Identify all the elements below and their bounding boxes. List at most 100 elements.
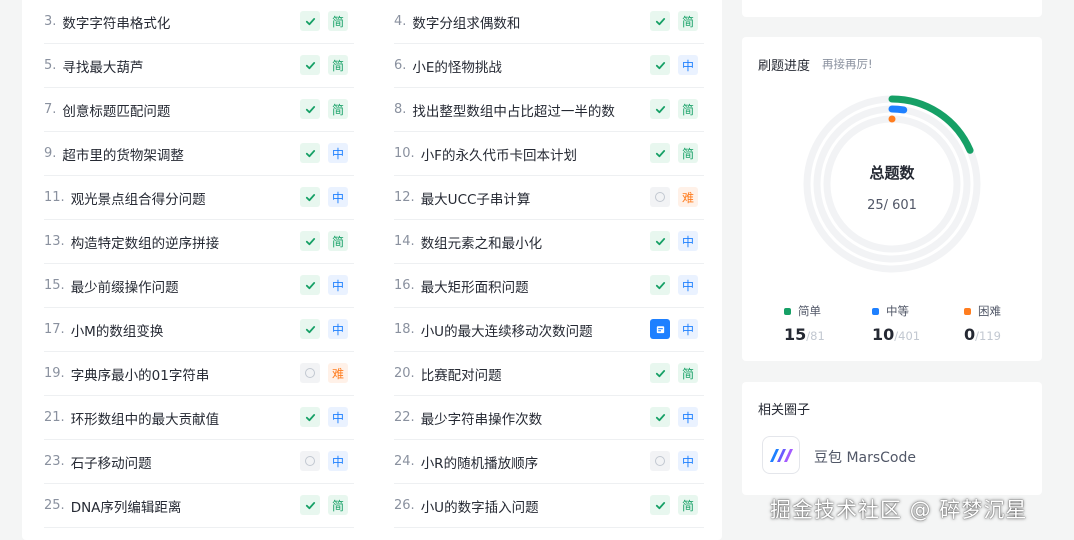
problem-title[interactable]: 小U的数字插入问题 [421,496,539,516]
difficulty-badge: 中 [328,407,348,427]
problem-number: 20. [394,366,415,381]
problem-title[interactable]: 环形数组中的最大贡献值 [71,408,220,428]
stat-label: 困难 [964,303,1054,319]
problem-item[interactable]: 14. 数组元素之和最小化 中 [394,220,704,264]
problem-item[interactable]: 8. 找出整型数组中占比超过一半的数 简 [394,88,704,132]
problem-title[interactable]: 小F的永久代币卡回本计划 [421,144,577,164]
problem-number: 3. [44,14,57,29]
problem-number: 9. [44,146,57,161]
problem-title[interactable]: 字典序最小的01字符串 [71,364,210,384]
problem-number: 6. [394,58,407,73]
not-started-icon [650,451,670,471]
problem-item[interactable]: 9. 超市里的货物架调整 中 [44,132,354,176]
related-circle-card: 相关圈子 豆包 MarsCode [742,382,1042,495]
problem-title[interactable]: 数字分组求偶数和 [412,12,520,32]
problem-item[interactable]: 18. 小U的最大连续移动次数问题 中 [394,308,704,352]
problem-item[interactable]: 17. 小M的数组变换 中 [44,308,354,352]
problem-item[interactable]: 11. 观光景点组合得分问题 中 [44,176,354,220]
problem-number: 12. [394,190,415,205]
problem-number: 7. [44,102,57,117]
stat-medium: 中等 10/401 [872,303,962,344]
problem-item[interactable]: 6. 小E的怪物挑战 中 [394,44,704,88]
difficulty-badge: 简 [678,143,698,163]
problem-title[interactable]: 小M的数组变换 [71,320,164,340]
problem-item[interactable]: 26. 小U的数字插入问题 简 [394,484,704,528]
check-icon [650,363,670,383]
stat-value: 0/119 [964,325,1054,344]
problem-title[interactable]: 创意标题匹配问题 [62,100,170,120]
progress-ring [803,95,981,273]
ring-track-hard [823,115,961,253]
problem-title[interactable]: 最少字符串操作次数 [421,408,543,428]
problem-item[interactable]: 15. 最少前缀操作问题 中 [44,264,354,308]
problem-item[interactable]: 20. 比赛配对问题 简 [394,352,704,396]
check-icon [650,11,670,31]
check-icon [300,319,320,339]
problem-number: 24. [394,454,415,469]
difficulty-badge: 简 [678,11,698,31]
ring-track-medium [813,105,971,263]
difficulty-badge: 中 [678,319,698,339]
problem-item[interactable]: 12. 最大UCC子串计算 难 [394,176,704,220]
problem-number: 21. [44,410,65,425]
problem-list: 3. 数字字符串格式化简 4. 数字分组求偶数和简 5. 寻找最大葫芦简 6. 小E的怪物挑战… [22,0,722,540]
problem-item[interactable]: 4. 数字分组求偶数和 简 [394,0,704,44]
problem-number: 5. [44,58,57,73]
problem-number: 10. [394,146,415,161]
problem-number: 17. [44,322,65,337]
problem-item[interactable]: 21. 环形数组中的最大贡献值 中 [44,396,354,440]
difficulty-badge: 中 [678,407,698,427]
problem-title[interactable]: 最大UCC子串计算 [421,188,531,208]
not-started-icon [650,187,670,207]
problem-item[interactable]: 23. 石子移动问题 中 [44,440,354,484]
check-icon [300,231,320,251]
problem-title[interactable]: 小E的怪物挑战 [412,56,502,76]
watermark: 掘金技术社区 @ 碎梦沉星 [770,498,1028,522]
total-label: 总题数 [869,164,915,182]
circle-name-link[interactable]: 豆包 MarsCode [814,447,916,467]
check-icon [300,187,320,207]
problem-item[interactable]: 10. 小F的永久代币卡回本计划 简 [394,132,704,176]
not-started-icon [300,451,320,471]
problem-item[interactable]: 25. DNA序列编辑距离 简 [44,484,354,528]
problem-title[interactable]: 最少前缀操作问题 [71,276,179,296]
problem-item[interactable]: 19. 字典序最小的01字符串 难 [44,352,354,396]
stat-label: 简单 [784,303,874,319]
difficulty-badge: 简 [328,55,348,75]
problem-title[interactable]: 超市里的货物架调整 [62,144,184,164]
stat-total: /119 [975,329,1001,343]
check-icon [650,143,670,163]
problem-number: 26. [394,498,415,513]
problem-title[interactable]: 构造特定数组的逆序拼接 [71,232,220,252]
difficulty-badge: 中 [678,231,698,251]
problem-title[interactable]: 比赛配对问题 [421,364,502,384]
problem-number: 19. [44,366,65,381]
problem-title[interactable]: DNA序列编辑距离 [71,496,182,516]
marscode-logo-icon[interactable] [762,436,800,474]
check-icon [650,407,670,427]
problem-title[interactable]: 数字字符串格式化 [62,12,170,32]
problem-title[interactable]: 数组元素之和最小化 [421,232,543,252]
problem-title[interactable]: 小U的最大连续移动次数问题 [421,320,593,340]
not-started-icon [300,363,320,383]
problem-title[interactable]: 寻找最大葫芦 [62,56,143,76]
problem-number: 14. [394,234,415,249]
problem-number: 16. [394,278,415,293]
check-icon [650,231,670,251]
problem-item[interactable]: 5. 寻找最大葫芦 简 [44,44,354,88]
problem-title[interactable]: 找出整型数组中占比超过一半的数 [412,100,615,120]
problem-title[interactable]: 观光景点组合得分问题 [71,188,206,208]
problem-item[interactable]: 13. 构造特定数组的逆序拼接 简 [44,220,354,264]
problem-title[interactable]: 最大矩形面积问题 [421,276,529,296]
problem-item[interactable]: 7. 创意标题匹配问题 简 [44,88,354,132]
problem-item[interactable]: 24. 小R的随机播放顺序 中 [394,440,704,484]
problem-title[interactable]: 小R的随机播放顺序 [421,452,538,472]
problem-item[interactable]: 22. 最少字符串操作次数 中 [394,396,704,440]
problem-item[interactable]: 3. 数字字符串格式化 简 [44,0,354,44]
check-icon [300,99,320,119]
stat-hard: 困难 0/119 [964,303,1054,344]
difficulty-badge: 简 [328,231,348,251]
problem-item[interactable]: 16. 最大矩形面积问题 中 [394,264,704,308]
stat-label-text: 简单 [798,304,821,318]
problem-title[interactable]: 石子移动问题 [71,452,152,472]
